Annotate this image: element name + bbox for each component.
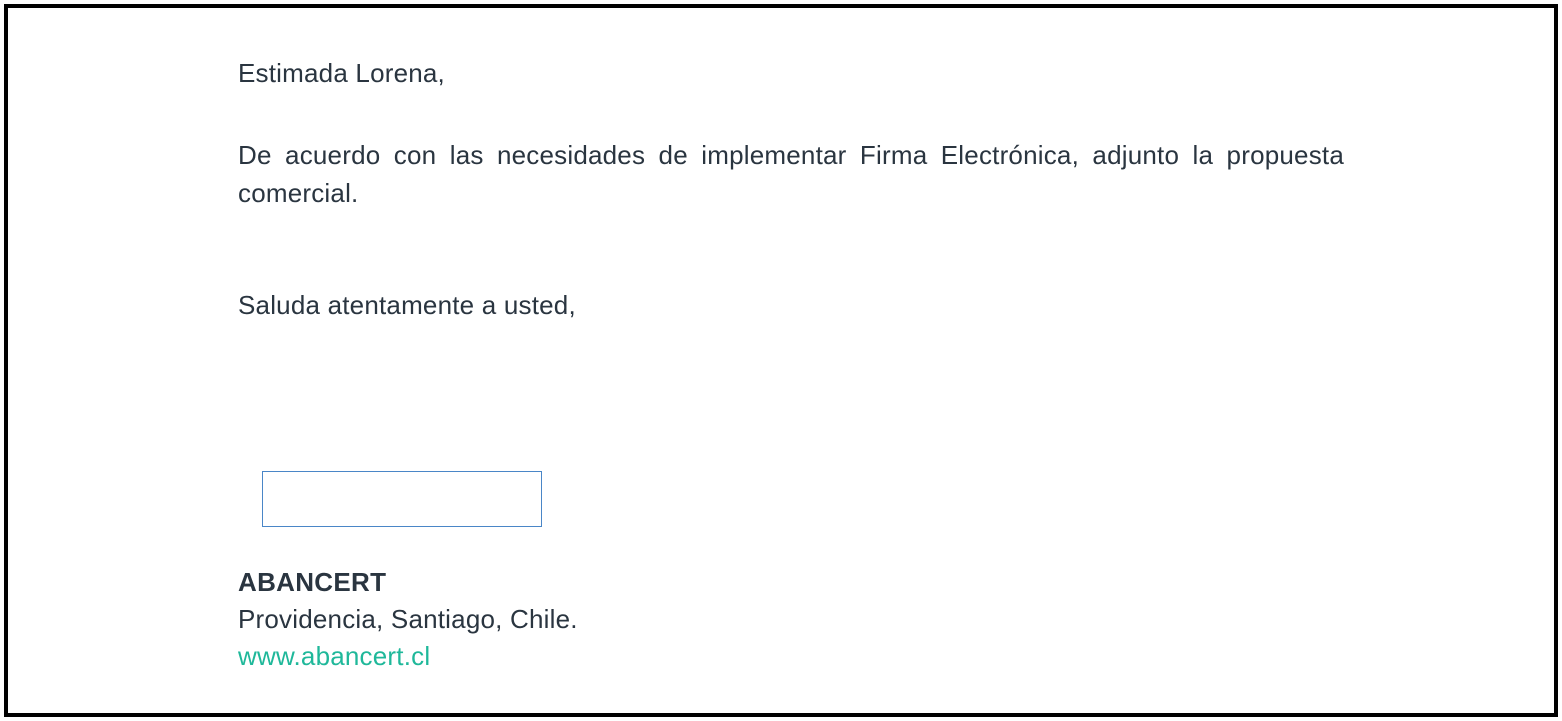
- letter-body: De acuerdo con las necesidades de implem…: [238, 137, 1344, 212]
- signature-website-link[interactable]: www.abancert.cl: [238, 641, 1344, 672]
- signature-address: Providencia, Santiago, Chile.: [238, 604, 1344, 635]
- letter-greeting: Estimada Lorena,: [238, 58, 1344, 89]
- signature-placeholder-box: [262, 471, 542, 527]
- document-page: Estimada Lorena, De acuerdo con las nece…: [4, 4, 1558, 717]
- letter-closing: Saluda atentamente a usted,: [238, 290, 1344, 321]
- signature-company-name: ABANCERT: [238, 567, 1344, 598]
